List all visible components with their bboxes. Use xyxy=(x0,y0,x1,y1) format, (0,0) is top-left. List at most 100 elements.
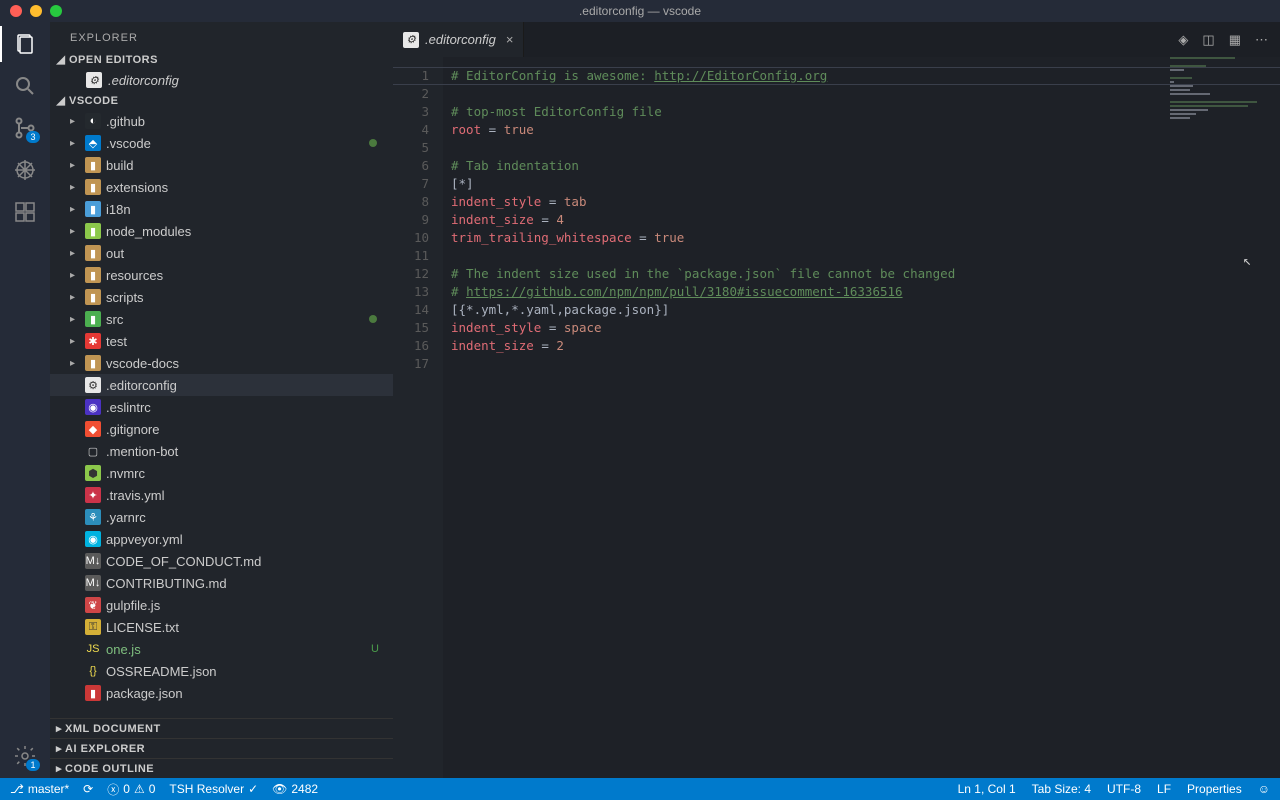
language-status[interactable]: Properties xyxy=(1187,782,1242,796)
split-editor-icon[interactable]: ◫ xyxy=(1202,32,1214,48)
file-item[interactable]: ◆.gitignore xyxy=(50,418,393,440)
file-item[interactable]: ◉.eslintrc xyxy=(50,396,393,418)
folder-item[interactable]: ▸✱test xyxy=(50,330,393,352)
explorer-icon[interactable] xyxy=(13,32,37,56)
line-gutter: 1234567891011121314151617 xyxy=(393,57,443,778)
file-icon: ◉ xyxy=(85,531,101,547)
search-icon[interactable] xyxy=(13,74,37,98)
encoding-status[interactable]: UTF-8 xyxy=(1107,782,1141,796)
file-item[interactable]: M↓CODE_OF_CONDUCT.md xyxy=(50,550,393,572)
file-icon: ▢ xyxy=(85,443,101,459)
chevron-icon: ▸ xyxy=(70,314,80,325)
file-item[interactable]: ⚿LICENSE.txt xyxy=(50,616,393,638)
close-window-button[interactable] xyxy=(10,5,22,17)
file-icon: ▮ xyxy=(85,201,101,217)
minimize-window-button[interactable] xyxy=(30,5,42,17)
folder-item[interactable]: ▸⬘.vscode xyxy=(50,132,393,154)
file-item[interactable]: ⚙.editorconfig xyxy=(50,374,393,396)
window-title: .editorconfig — vscode xyxy=(579,4,701,18)
file-item[interactable]: {}OSSREADME.json xyxy=(50,660,393,682)
modified-indicator xyxy=(369,139,377,147)
file-icon: ▮ xyxy=(85,157,101,173)
file-label: test xyxy=(106,334,127,349)
file-item[interactable]: ▢ .mention-bot xyxy=(50,440,393,462)
folder-item[interactable]: ▸▮i18n xyxy=(50,198,393,220)
folder-item[interactable]: ▸▮scripts xyxy=(50,286,393,308)
file-label: .mention-bot xyxy=(106,444,178,459)
eol-status[interactable]: LF xyxy=(1157,782,1171,796)
debug-icon[interactable] xyxy=(13,158,37,182)
file-label: node_modules xyxy=(106,224,191,239)
folder-item[interactable]: ▸▮src xyxy=(50,308,393,330)
file-item[interactable]: ✦.travis.yml xyxy=(50,484,393,506)
editorconfig-icon: ⚙ xyxy=(86,72,102,88)
cursor-position-status[interactable]: Ln 1, Col 1 xyxy=(958,782,1016,796)
code-editor[interactable]: 1234567891011121314151617 # EditorConfig… xyxy=(393,57,1280,778)
tab-size-status[interactable]: Tab Size: 4 xyxy=(1032,782,1091,796)
file-icon: ▮ xyxy=(85,289,101,305)
maximize-window-button[interactable] xyxy=(50,5,62,17)
feedback-icon[interactable]: ☺ xyxy=(1258,782,1270,796)
folder-item[interactable]: ▸◐.github xyxy=(50,110,393,132)
minimap[interactable] xyxy=(1170,57,1280,257)
file-item[interactable]: ⚘.yarnrc xyxy=(50,506,393,528)
file-label: LICENSE.txt xyxy=(106,620,179,635)
folder-item[interactable]: ▸▮vscode-docs xyxy=(50,352,393,374)
scm-icon[interactable]: 3 xyxy=(13,116,37,140)
file-label: .nvmrc xyxy=(106,466,145,481)
status-bar: ⎇ master* ⟳ ⓧ 0 ⚠ 0 TSH Resolver ✓ 👁 248… xyxy=(0,778,1280,800)
problems-status[interactable]: ⓧ 0 ⚠ 0 xyxy=(107,781,155,798)
file-label: package.json xyxy=(106,686,183,701)
close-tab-icon[interactable]: × xyxy=(506,32,514,47)
file-label: .editorconfig xyxy=(106,378,177,393)
file-label: vscode-docs xyxy=(106,356,179,371)
file-label: .yarnrc xyxy=(106,510,146,525)
file-label: .github xyxy=(106,114,145,129)
chevron-icon: ▸ xyxy=(70,292,80,303)
views-status[interactable]: 👁 2482 xyxy=(272,782,318,796)
open-editor-item[interactable]: ⚙ .editorconfig xyxy=(50,69,393,91)
editor-tab[interactable]: ⚙ .editorconfig × xyxy=(393,22,524,57)
window-controls xyxy=(0,5,62,17)
layout-icon[interactable]: ▦ xyxy=(1229,32,1241,48)
code-content: # EditorConfig is awesome: http://Editor… xyxy=(443,57,955,778)
activity-bar: 3 1 xyxy=(0,22,50,778)
ai-explorer-section[interactable]: ▸AI EXPLORER xyxy=(50,738,393,758)
branch-status[interactable]: ⎇ master* xyxy=(10,782,69,796)
more-icon[interactable]: ⋯ xyxy=(1255,32,1268,48)
file-label: .eslintrc xyxy=(106,400,151,415)
chevron-icon: ▸ xyxy=(70,160,80,171)
settings-icon[interactable]: 1 xyxy=(13,744,37,768)
file-item[interactable]: ⬢.nvmrc xyxy=(50,462,393,484)
titlebar: .editorconfig — vscode xyxy=(0,0,1280,22)
file-label: one.js xyxy=(106,642,141,657)
file-icon: ▮ xyxy=(85,685,101,701)
git-status: U xyxy=(371,643,379,655)
file-item[interactable]: ▮ package.json xyxy=(50,682,393,704)
sync-status[interactable]: ⟳ xyxy=(83,782,93,796)
folder-item[interactable]: ▸▮extensions xyxy=(50,176,393,198)
workspace-header[interactable]: ◢VSCODE xyxy=(50,91,393,110)
folder-item[interactable]: ▸ ▮ build xyxy=(50,154,393,176)
xml-document-section[interactable]: ▸XML DOCUMENT xyxy=(50,718,393,738)
editorconfig-icon: ⚙ xyxy=(403,32,419,48)
file-item[interactable]: M↓CONTRIBUTING.md xyxy=(50,572,393,594)
folder-item[interactable]: ▸▮out xyxy=(50,242,393,264)
file-icon: {} xyxy=(85,663,101,679)
diff-icon[interactable]: ◈ xyxy=(1178,32,1188,48)
chevron-icon: ▸ xyxy=(70,116,80,127)
file-item[interactable]: ◉appveyor.yml xyxy=(50,528,393,550)
folder-item[interactable]: ▸▮node_modules xyxy=(50,220,393,242)
extensions-icon[interactable] xyxy=(13,200,37,224)
folder-item[interactable]: ▸▮resources xyxy=(50,264,393,286)
file-item[interactable]: ❦gulpfile.js xyxy=(50,594,393,616)
tsh-resolver-status[interactable]: TSH Resolver ✓ xyxy=(169,782,258,796)
open-editors-header[interactable]: ◢OPEN EDITORS xyxy=(50,50,393,69)
file-label: build xyxy=(106,158,133,173)
modified-indicator xyxy=(369,315,377,323)
file-item[interactable]: JSone.jsU xyxy=(50,638,393,660)
chevron-icon: ▸ xyxy=(70,248,80,259)
code-outline-section[interactable]: ▸CODE OUTLINE xyxy=(50,758,393,778)
file-label: CONTRIBUTING.md xyxy=(106,576,227,591)
editor-actions: ◈ ◫ ▦ ⋯ xyxy=(1178,22,1280,57)
